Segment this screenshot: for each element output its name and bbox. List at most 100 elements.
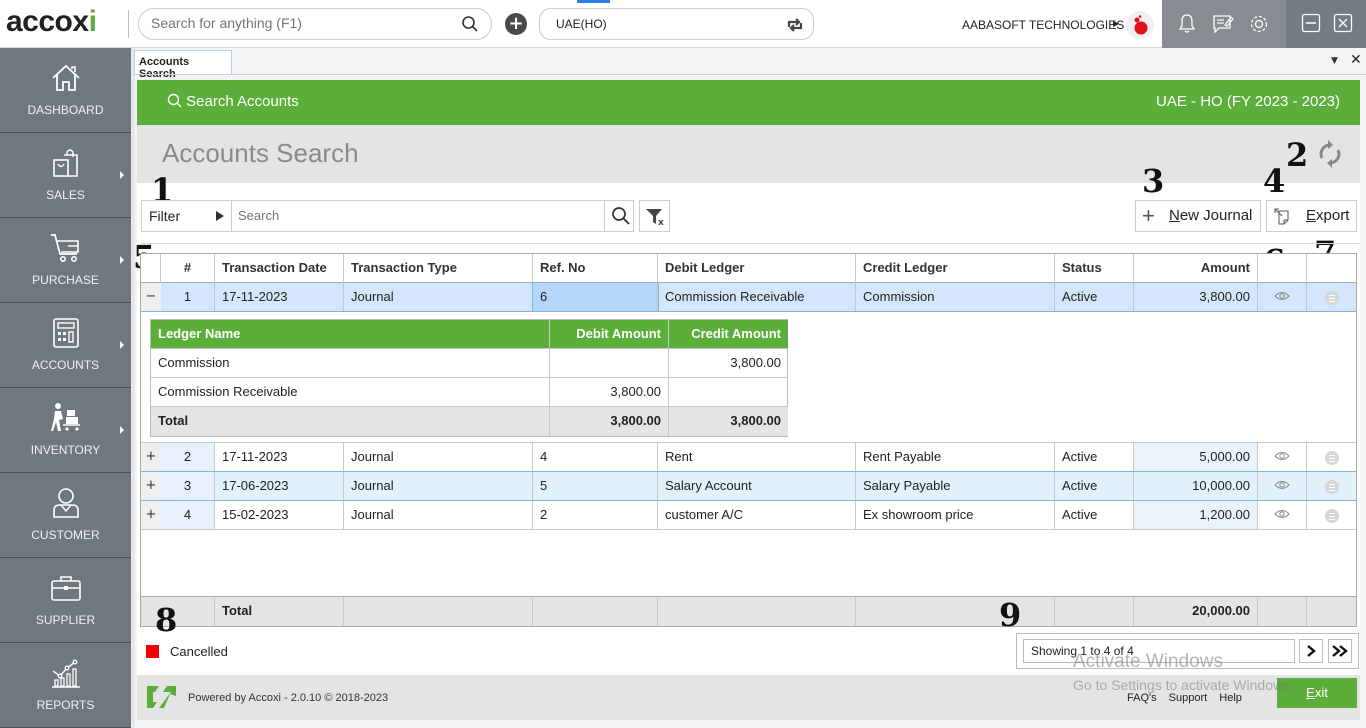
next-page-button[interactable] bbox=[1299, 639, 1323, 663]
detail-ledger: Commission bbox=[151, 349, 550, 378]
column-header-status[interactable]: Status bbox=[1055, 254, 1134, 283]
bell-icon[interactable] bbox=[1177, 13, 1197, 39]
total-label: Total bbox=[215, 597, 344, 626]
view-button[interactable] bbox=[1258, 472, 1307, 500]
global-search-input[interactable] bbox=[151, 15, 451, 31]
switch-branch-icon[interactable] bbox=[785, 15, 805, 39]
divider bbox=[141, 243, 1360, 244]
row-menu-button[interactable] bbox=[1307, 501, 1356, 529]
caret-right-icon bbox=[120, 426, 124, 434]
row-status: Active bbox=[1055, 443, 1134, 471]
expand-row-button[interactable]: + bbox=[141, 501, 161, 529]
ledger-detail-table: Ledger Name Debit Amount Credit Amount C… bbox=[150, 319, 788, 437]
expand-row-button[interactable]: + bbox=[141, 443, 161, 471]
export-button[interactable]: Export bbox=[1266, 200, 1357, 232]
annotation-8: 8 bbox=[155, 601, 178, 639]
sidebar-item-purchase[interactable]: PURCHASE bbox=[0, 218, 131, 303]
add-icon[interactable]: + bbox=[505, 13, 527, 35]
collapse-row-button[interactable]: − bbox=[141, 283, 161, 311]
caret-right-icon bbox=[120, 341, 124, 349]
export-icon bbox=[1274, 208, 1290, 230]
inventory-icon bbox=[50, 402, 82, 434]
row-ref: 2 bbox=[533, 501, 658, 529]
messages-icon[interactable] bbox=[1212, 13, 1234, 39]
column-header-num[interactable]: # bbox=[161, 254, 215, 283]
last-page-button[interactable] bbox=[1328, 639, 1352, 663]
search-icon[interactable] bbox=[461, 15, 479, 37]
row-date: 17-11-2023 bbox=[215, 443, 344, 471]
branch-selector[interactable]: UAE(HO) bbox=[539, 8, 814, 40]
sidebar-item-inventory[interactable]: INVENTORY bbox=[0, 388, 131, 473]
column-header-amount[interactable]: Amount bbox=[1134, 254, 1258, 283]
sidebar-scrollbar[interactable] bbox=[131, 48, 135, 728]
caret-right-icon bbox=[120, 256, 124, 264]
row-num: 3 bbox=[161, 472, 215, 500]
title-bar: Accounts Search bbox=[137, 125, 1360, 183]
sidebar-item-customer[interactable]: CUSTOMER bbox=[0, 473, 131, 558]
clear-filter-button[interactable]: x bbox=[639, 200, 670, 232]
support-link[interactable]: Support bbox=[1169, 692, 1208, 704]
briefcase-icon bbox=[50, 572, 82, 604]
row-menu-button[interactable] bbox=[1307, 283, 1356, 311]
total-blank bbox=[1055, 597, 1134, 626]
sidebar-item-label: REPORTS bbox=[36, 698, 95, 712]
row-ref[interactable]: 6 bbox=[532, 282, 659, 312]
sidebar-item-reports[interactable]: REPORTS bbox=[0, 643, 131, 728]
user-icon bbox=[50, 487, 82, 519]
eye-icon bbox=[1274, 510, 1290, 518]
expand-row-button[interactable]: + bbox=[141, 472, 161, 500]
search-input[interactable] bbox=[238, 208, 598, 223]
sidebar-item-sales[interactable]: SALES bbox=[0, 133, 131, 218]
help-link[interactable]: Help bbox=[1219, 692, 1242, 704]
detail-debit: 3,800.00 bbox=[550, 378, 669, 407]
sidebar-item-dashboard[interactable]: DASHBOARD bbox=[0, 48, 131, 133]
view-button[interactable] bbox=[1258, 443, 1307, 471]
table-row[interactable]: + 4 15-02-2023 Journal 2 customer A/C Ex… bbox=[141, 501, 1356, 530]
table-row[interactable]: − 1 17-11-2023 Journal 6 Commission Rece… bbox=[141, 282, 1356, 312]
table-row[interactable]: + 3 17-06-2023 Journal 5 Salary Account … bbox=[141, 472, 1356, 501]
detail-total-label: Total bbox=[151, 407, 550, 436]
detail-ledger: Commission Receivable bbox=[151, 378, 550, 407]
total-blank bbox=[141, 597, 215, 626]
refresh-icon[interactable] bbox=[1317, 139, 1343, 173]
menu-icon bbox=[1325, 508, 1339, 523]
global-search[interactable] bbox=[138, 8, 492, 40]
row-type: Journal bbox=[344, 472, 533, 500]
eye-icon bbox=[1274, 292, 1290, 300]
column-header-type[interactable]: Transaction Type bbox=[344, 254, 533, 283]
home-icon bbox=[50, 62, 82, 94]
row-menu-button[interactable] bbox=[1307, 443, 1356, 471]
caret-right-icon[interactable] bbox=[216, 211, 224, 221]
main-panel: Search Accounts UAE - HO (FY 2023 - 2023… bbox=[133, 80, 1360, 720]
close-tab-icon[interactable]: ✕ bbox=[1350, 52, 1362, 68]
column-header-ref[interactable]: Ref. No bbox=[533, 254, 658, 283]
window-controls bbox=[1286, 0, 1366, 48]
annotation-2: 2 bbox=[1286, 136, 1309, 174]
search-icon[interactable] bbox=[611, 206, 631, 230]
minimize-icon[interactable] bbox=[1301, 13, 1321, 37]
new-journal-button[interactable]: + New Journal bbox=[1135, 200, 1261, 232]
tab-dropdown-icon[interactable]: ▼ bbox=[1331, 56, 1338, 66]
column-header-date[interactable]: Transaction Date bbox=[215, 254, 344, 283]
view-button[interactable] bbox=[1258, 283, 1307, 311]
gear-icon[interactable] bbox=[1248, 13, 1270, 39]
caret-right-icon[interactable]: ▶ bbox=[1113, 19, 1119, 28]
avatar[interactable] bbox=[1126, 11, 1154, 39]
close-icon[interactable] bbox=[1333, 13, 1353, 37]
sidebar-item-accounts[interactable]: ACCOUNTS bbox=[0, 303, 131, 388]
column-header-credit-ledger[interactable]: Credit Ledger bbox=[856, 254, 1055, 283]
detail-total-credit: 3,800.00 bbox=[669, 407, 788, 436]
tab-accounts-search[interactable]: Accounts Search bbox=[134, 50, 232, 80]
row-menu-button[interactable] bbox=[1307, 472, 1356, 500]
total-blank bbox=[856, 597, 1055, 626]
detail-credit bbox=[669, 378, 788, 407]
column-header-debit-ledger[interactable]: Debit Ledger bbox=[658, 254, 856, 283]
table-row[interactable]: + 2 17-11-2023 Journal 4 Rent Rent Payab… bbox=[141, 443, 1356, 472]
active-indicator bbox=[577, 0, 610, 3]
sidebar: DASHBOARD SALES PURCHASE ACCOUNTS INVENT… bbox=[0, 48, 131, 728]
faq-link[interactable]: FAQ's bbox=[1127, 692, 1157, 704]
filter-dropdown[interactable]: Filter bbox=[149, 208, 180, 224]
sidebar-item-supplier[interactable]: SUPPLIER bbox=[0, 558, 131, 643]
company-name[interactable]: AABASOFT TECHNOLOGIES bbox=[962, 18, 1124, 32]
view-button[interactable] bbox=[1258, 501, 1307, 529]
